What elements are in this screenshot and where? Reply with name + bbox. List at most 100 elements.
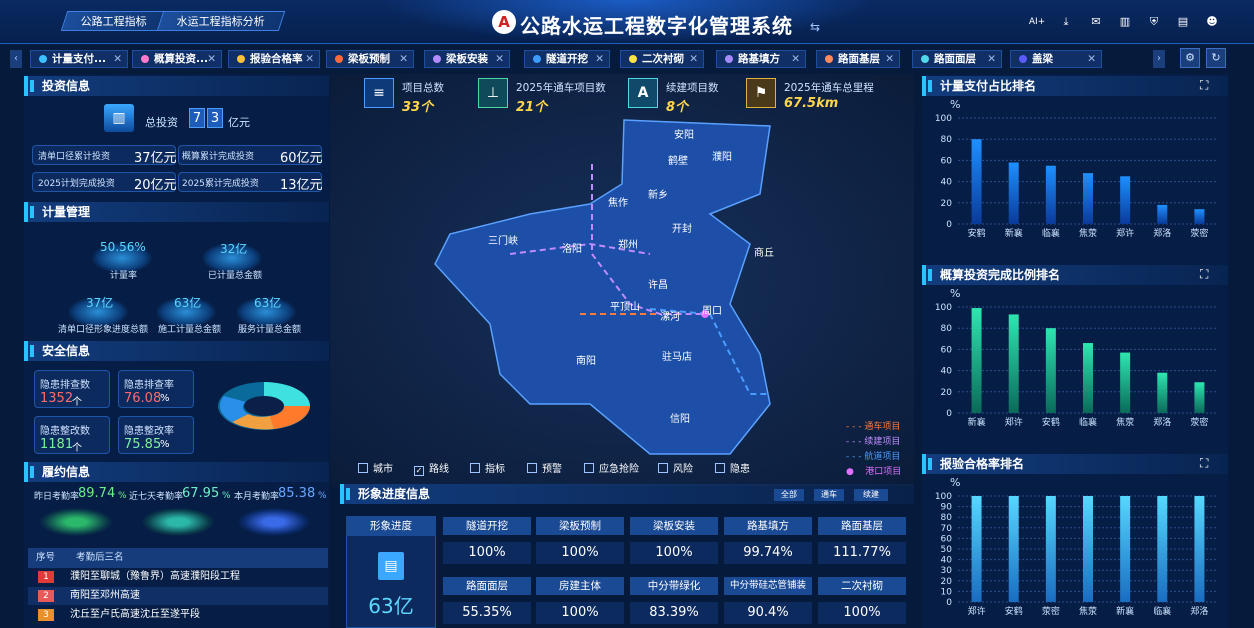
close-icon[interactable]: ✕	[305, 51, 314, 67]
bar	[1045, 328, 1056, 413]
road-sign-icon: ⊥	[478, 78, 508, 108]
kpi-row: ≡ 项目总数 33个 ⊥ 2025年通车项目数 21个 A 续建项目数 8个 ⚑…	[340, 74, 912, 115]
layer-checkbox-risk[interactable]: 风险	[658, 460, 693, 475]
layer-checkbox-city[interactable]: 城市	[358, 460, 393, 475]
bar	[1120, 176, 1131, 224]
progress-item-label: 隧道开挖	[443, 517, 531, 535]
filter-all-button[interactable]: 全部	[774, 489, 804, 501]
progress-item-label: 梁板预制	[536, 517, 624, 535]
y-tick-label: 60	[941, 534, 953, 544]
mail-icon[interactable]: ✉	[1086, 12, 1106, 32]
progress-item-value: 83.39%	[630, 602, 718, 624]
progress-item-value: 100%	[443, 542, 531, 564]
refresh-icon[interactable]: ↻	[1206, 48, 1226, 68]
close-icon[interactable]: ✕	[689, 51, 698, 67]
bar	[971, 308, 982, 413]
fullscreen-icon[interactable]: ⛶	[1200, 267, 1208, 282]
close-icon[interactable]: ✕	[791, 51, 800, 67]
attendance-label: 近七天考勤率	[129, 492, 184, 502]
fullscreen-icon[interactable]: ⛶	[1200, 78, 1208, 93]
rank-badge: 1	[38, 571, 54, 583]
tab-secondary-lining[interactable]: 二次衬砌 ✕	[620, 50, 704, 68]
table-row[interactable]: 2 南阳至邓州高速	[28, 587, 328, 605]
city-label: 商丘	[754, 248, 774, 259]
chart-title: 概算投资完成比例排名	[922, 265, 1228, 285]
nav-tab-highway[interactable]: 公路工程指标	[60, 11, 168, 31]
construction-amount-label: 施工计量总金额	[158, 325, 222, 335]
table-row[interactable]: 1 濮阳至聊城（豫鲁界）高速濮阳段工程	[28, 568, 328, 586]
tab-metering-payment[interactable]: 计量支付... ✕	[30, 50, 128, 68]
checkbox-label: 预警	[542, 464, 562, 475]
progress-item-value: 100%	[818, 602, 906, 624]
shield-icon[interactable]: ⛨	[1144, 12, 1164, 32]
tab-budget-investment[interactable]: 概算投资... ✕	[132, 50, 222, 68]
tab-dot	[629, 55, 637, 63]
checkbox-label: 隐患	[730, 464, 750, 475]
y-tick-label: 40	[941, 556, 953, 566]
ai-icon[interactable]: AI+	[1027, 12, 1047, 32]
progress-item-value: 99.74%	[724, 542, 812, 564]
city-label: 鹤壁	[668, 156, 688, 167]
bar	[1194, 209, 1205, 224]
layer-checkbox-warning[interactable]: 预警	[527, 460, 562, 475]
settings-icon[interactable]: ⚙	[1180, 48, 1200, 68]
filter-continuing-button[interactable]: 续建	[854, 489, 888, 501]
map-view[interactable]: 安阳 鹤壁 濮阳 焦作 新乡 三门峡 洛阳 郑州 开封 商丘 许昌 平顶山 漯河…	[330, 74, 914, 486]
kpi-value: 21个	[516, 100, 548, 115]
tab-pavement-surface[interactable]: 路面面层 ✕	[912, 50, 1002, 68]
bar	[1120, 352, 1131, 413]
henan-map[interactable]	[330, 74, 914, 486]
tab-pavement-base[interactable]: 路面基层 ✕	[816, 50, 900, 68]
bar	[1045, 165, 1056, 224]
bar-chart-icon[interactable]: ▥	[1115, 12, 1135, 32]
layer-checkbox-indicator[interactable]: 指标	[470, 460, 505, 475]
download-icon[interactable]: ⤓	[1056, 12, 1076, 32]
nav-tab-label: 水运工程指标分析	[176, 15, 265, 28]
layer-checkbox-hazard[interactable]: 隐患	[715, 460, 750, 475]
safety-card-value: 1352	[40, 391, 74, 406]
city-label: 许昌	[648, 280, 668, 291]
tab-dot	[237, 55, 245, 63]
layer-checkbox-route[interactable]: ✓ 路线	[414, 460, 449, 476]
bar	[971, 496, 982, 602]
filter-opened-button[interactable]: 通车	[814, 489, 844, 501]
tab-beam-prefab[interactable]: 梁板预制 ✕	[326, 50, 414, 68]
letter-a-icon: A	[628, 78, 658, 108]
inspection-pass-chart: % 0102030405060708090100 郑许 安鹤 荥密 焦荥 新襄 临襄 郑洛	[935, 476, 1218, 617]
progress-amount-value: 37亿	[86, 296, 114, 310]
legend-label: 续建项目	[864, 437, 901, 447]
legend-item: - - - 通车项目	[846, 422, 901, 432]
user-icon[interactable]: ☻	[1202, 12, 1222, 32]
tab-subgrade-fill[interactable]: 路基填方 ✕	[716, 50, 806, 68]
bar	[1194, 496, 1205, 602]
table-row[interactable]: 3 沈丘至卢氏高速沈丘至遂平段	[28, 606, 328, 624]
safety-card-unit: %	[160, 393, 170, 404]
close-icon[interactable]: ✕	[207, 51, 216, 67]
nav-tab-waterway[interactable]: 水运工程指标分析	[156, 11, 286, 31]
x-tick-label: 荥密	[1042, 605, 1060, 617]
layout-icon[interactable]: ▤	[1173, 12, 1193, 32]
close-icon[interactable]: ✕	[1087, 51, 1096, 67]
tab-scroll-right-icon[interactable]: ›	[1153, 50, 1165, 68]
close-icon[interactable]: ✕	[495, 51, 504, 67]
metering-rate-value: 50.56%	[100, 240, 146, 254]
tab-scroll-left-icon[interactable]: ‹	[10, 50, 22, 68]
tab-cap-beam[interactable]: 盖梁 ✕	[1010, 50, 1102, 68]
close-icon[interactable]: ✕	[987, 51, 996, 67]
progress-item-value: 100%	[630, 542, 718, 564]
close-icon[interactable]: ✕	[113, 51, 122, 67]
tab-tunnel-excavation[interactable]: 隧道开挖 ✕	[524, 50, 610, 68]
tab-inspection-pass-rate[interactable]: 报验合格率 ✕	[228, 50, 320, 68]
tab-beam-install[interactable]: 梁板安装 ✕	[424, 50, 510, 68]
total-investment-unit: 亿元	[228, 116, 250, 129]
swap-icon[interactable]: ⇆	[810, 20, 820, 34]
layer-checkbox-emergency[interactable]: 应急抢险	[584, 460, 639, 475]
close-icon[interactable]: ✕	[885, 51, 894, 67]
close-icon[interactable]: ✕	[595, 51, 604, 67]
fullscreen-icon[interactable]: ⛶	[1200, 456, 1208, 471]
close-icon[interactable]: ✕	[399, 51, 408, 67]
page-title: 公路水运工程数字化管理系统	[520, 14, 793, 38]
table-header-cell: 序号	[36, 552, 56, 563]
attendance-unit: %	[318, 491, 327, 501]
tab-dot	[921, 55, 929, 63]
